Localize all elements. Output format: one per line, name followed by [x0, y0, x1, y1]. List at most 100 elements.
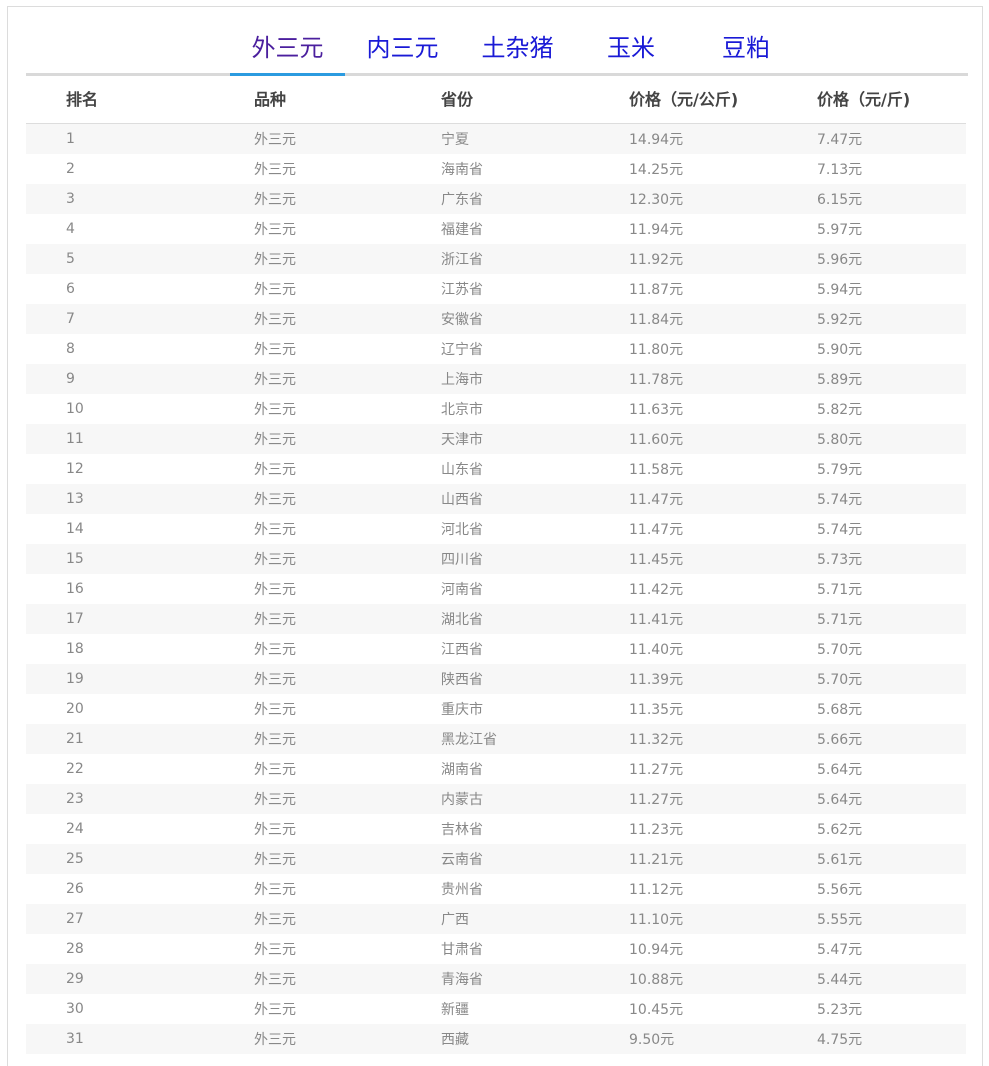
cell-breed: 外三元 — [254, 544, 441, 574]
table-row: 27 外三元 广西 11.10元 5.55元 — [26, 904, 966, 934]
cell-price-per-jin: 5.96元 — [817, 244, 966, 274]
cell-rank: 16 — [66, 581, 84, 597]
cell-price-per-kg: 10.88元 — [629, 964, 817, 994]
cell-rank: 19 — [26, 664, 254, 694]
cell-price-per-jin: 5.73元 — [817, 544, 966, 574]
cell-price-per-kg: 11.12元 — [629, 882, 684, 898]
tab-tu-za-zhu[interactable]: 土杂猪 — [470, 31, 565, 73]
cell-province: 四川省 — [441, 544, 629, 574]
cell-price-per-kg: 11.21元 — [629, 844, 817, 874]
cell-breed: 外三元 — [254, 1002, 296, 1018]
cell-price-per-jin: 5.70元 — [817, 642, 863, 658]
cell-price-per-jin: 5.80元 — [817, 424, 966, 454]
tab-wai-san-yuan[interactable]: 外三元 — [230, 31, 345, 76]
cell-price-per-jin: 5.62元 — [817, 822, 863, 838]
cell-price-per-kg: 12.30元 — [629, 184, 817, 214]
tab-nei-san-yuan[interactable]: 内三元 — [355, 31, 450, 73]
cell-price-per-kg: 11.41元 — [629, 604, 817, 634]
cell-rank: 6 — [66, 281, 75, 297]
cell-price-per-jin: 5.89元 — [817, 364, 966, 394]
cell-rank: 5 — [26, 244, 254, 274]
cell-province: 甘肃省 — [441, 942, 483, 958]
header-province: 省份 — [441, 73, 629, 124]
table-header-row: 排名 品种 省份 价格（元/公斤) 价格（元/斤) — [26, 73, 966, 124]
table-row: 3 外三元 广东省 12.30元 6.15元 — [26, 184, 966, 214]
header-breed: 品种 — [254, 73, 441, 124]
cell-rank: 4 — [66, 221, 75, 237]
cell-province: 江苏省 — [441, 282, 483, 298]
table-row: 6 外三元 江苏省 11.87元 5.94元 — [26, 274, 966, 304]
cell-rank: 26 — [66, 881, 84, 897]
table-row: 15 外三元 四川省 11.45元 5.73元 — [26, 544, 966, 574]
table-row: 18 外三元 江西省 11.40元 5.70元 — [26, 634, 966, 664]
cell-price-per-kg: 11.58元 — [629, 462, 684, 478]
cell-province: 新疆 — [441, 1002, 469, 1018]
cell-breed: 外三元 — [254, 664, 441, 694]
cell-price-per-jin: 5.74元 — [817, 484, 966, 514]
cell-price-per-kg: 11.87元 — [629, 282, 684, 298]
cell-province: 辽宁省 — [441, 342, 483, 358]
cell-breed: 外三元 — [254, 522, 296, 538]
cell-price-per-kg: 11.39元 — [629, 664, 817, 694]
cell-price-per-kg: 11.35元 — [629, 702, 684, 718]
cell-rank: 10 — [66, 401, 84, 417]
cell-price-per-jin: 5.47元 — [817, 942, 863, 958]
cell-breed: 外三元 — [254, 844, 441, 874]
cell-price-per-kg: 11.23元 — [629, 822, 684, 838]
tab-dou-po[interactable]: 豆粕 — [711, 31, 781, 73]
cell-price-per-kg: 11.94元 — [629, 222, 684, 238]
cell-rank: 11 — [26, 424, 254, 454]
cell-price-per-jin: 5.94元 — [817, 282, 863, 298]
cell-province: 山西省 — [441, 484, 629, 514]
cell-breed: 外三元 — [254, 822, 296, 838]
table-row: 1 外三元 宁夏 14.94元 7.47元 — [26, 123, 966, 154]
table-row: 28 外三元 甘肃省 10.94元 5.47元 — [26, 934, 966, 964]
cell-price-per-kg: 11.60元 — [629, 424, 817, 454]
table-row: 21 外三元 黑龙江省 11.32元 5.66元 — [26, 724, 966, 754]
cell-price-per-jin: 5.90元 — [817, 342, 863, 358]
cell-rank: 15 — [26, 544, 254, 574]
cell-rank: 9 — [26, 364, 254, 394]
cell-province: 内蒙古 — [441, 784, 629, 814]
cell-price-per-jin: 5.70元 — [817, 664, 966, 694]
cell-province: 陕西省 — [441, 664, 629, 694]
cell-price-per-kg: 11.80元 — [629, 342, 684, 358]
cell-price-per-jin: 5.68元 — [817, 702, 863, 718]
cell-price-per-jin: 5.66元 — [817, 724, 966, 754]
cell-price-per-kg: 11.40元 — [629, 642, 684, 658]
price-panel: 外三元 内三元 土杂猪 玉米 豆粕 排名 品种 省份 价格（元/公斤) 价格（元… — [7, 6, 983, 1066]
cell-province: 广西 — [441, 904, 629, 934]
cell-price-per-kg: 11.47元 — [629, 484, 817, 514]
table-row: 12 外三元 山东省 11.58元 5.79元 — [26, 454, 966, 484]
cell-breed: 外三元 — [254, 304, 441, 334]
cell-breed: 外三元 — [254, 424, 441, 454]
cell-price-per-jin: 6.15元 — [817, 184, 966, 214]
cell-rank: 2 — [66, 161, 75, 177]
cell-breed: 外三元 — [254, 484, 441, 514]
table-row: 31 外三元 西藏 9.50元 4.75元 — [26, 1024, 966, 1054]
cell-breed: 外三元 — [254, 702, 296, 718]
table-row: 7 外三元 安徽省 11.84元 5.92元 — [26, 304, 966, 334]
cell-province: 上海市 — [441, 364, 629, 394]
cell-rank: 3 — [26, 184, 254, 214]
cell-price-per-jin: 5.56元 — [817, 882, 863, 898]
cell-breed: 外三元 — [254, 582, 296, 598]
cell-price-per-jin: 5.97元 — [817, 222, 863, 238]
cell-province: 北京市 — [441, 402, 483, 418]
cell-breed: 外三元 — [254, 1024, 441, 1054]
cell-rank: 17 — [26, 604, 254, 634]
tab-yu-mi[interactable]: 玉米 — [596, 31, 666, 73]
cell-province: 云南省 — [441, 844, 629, 874]
cell-rank: 25 — [26, 844, 254, 874]
cell-breed: 外三元 — [254, 342, 296, 358]
cell-breed: 外三元 — [254, 642, 296, 658]
cell-price-per-jin: 5.74元 — [817, 522, 863, 538]
cell-province: 江西省 — [441, 642, 483, 658]
table-row: 17 外三元 湖北省 11.41元 5.71元 — [26, 604, 966, 634]
cell-breed: 外三元 — [254, 244, 441, 274]
cell-breed: 外三元 — [254, 604, 441, 634]
cell-price-per-kg: 11.84元 — [629, 304, 817, 334]
cell-province: 安徽省 — [441, 304, 629, 334]
cell-province: 湖南省 — [441, 762, 483, 778]
table-row: 22 外三元 湖南省 11.27元 5.64元 — [26, 754, 966, 784]
